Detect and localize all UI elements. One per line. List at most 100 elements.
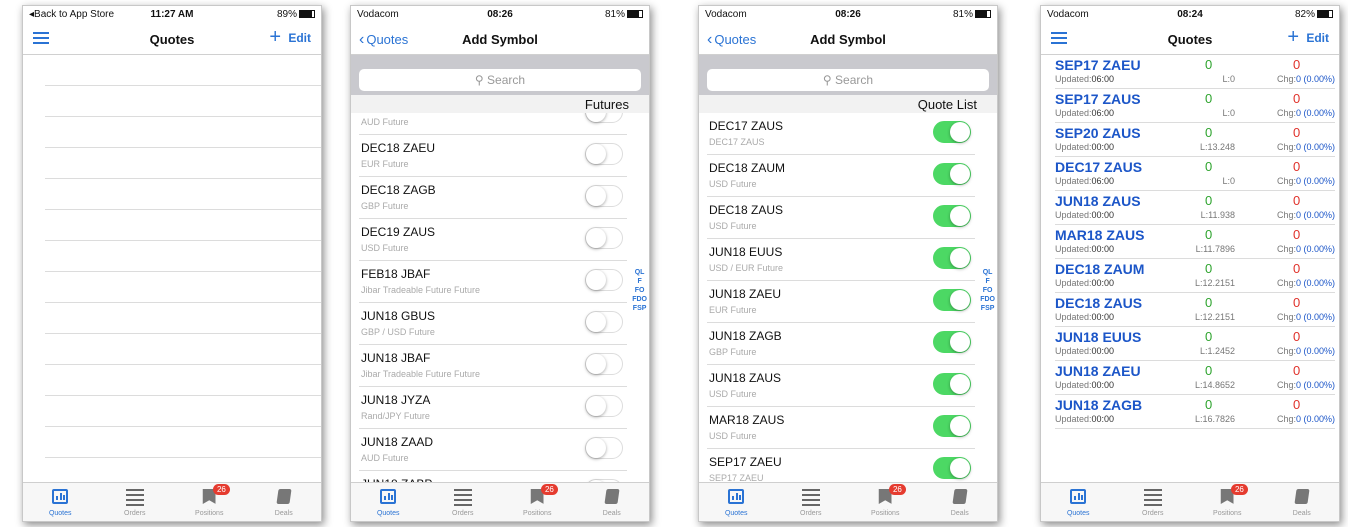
index-letter[interactable]: QL <box>632 268 647 277</box>
list-icon <box>453 489 472 509</box>
toggle-switch[interactable] <box>585 143 623 165</box>
quote-row[interactable]: SEP17 ZAUS Updated:06:00 0 L:0 0 Chg:0 (0.00%… <box>1055 89 1335 123</box>
index-letter[interactable]: FSP <box>632 304 647 313</box>
chart-icon <box>380 489 397 504</box>
toggle-switch[interactable] <box>933 457 971 479</box>
tab-quotes[interactable]: Quotes <box>1041 483 1116 521</box>
toggle-switch[interactable] <box>933 163 971 185</box>
toggle-switch[interactable] <box>933 289 971 311</box>
list-item[interactable]: JUN18 ZAAD AUD Future <box>359 429 627 471</box>
list-item[interactable]: JUN18 JYZA Rand/JPY Future <box>359 387 627 429</box>
symbol-name: JUN18 GBUS <box>361 309 436 323</box>
edit-button[interactable]: Edit <box>288 31 311 45</box>
quote-row[interactable]: DEC18 ZAUM Updated:00:00 0 L:12.2151 0 Chg:0 … <box>1055 259 1335 293</box>
symbol-name: DEC18 ZAUS <box>709 203 784 217</box>
quote-row[interactable]: SEP17 ZAEU Updated:06:00 0 L:0 0 Chg:0 (0.00%… <box>1055 55 1335 89</box>
list-item[interactable]: DEC18 ZAUS USD Future <box>707 197 975 239</box>
list-item[interactable]: DEC18 ZAGB GBP Future <box>359 177 627 219</box>
toggle-switch[interactable] <box>933 415 971 437</box>
tab-deals[interactable]: Deals <box>247 483 322 521</box>
add-button[interactable]: + <box>1287 27 1299 47</box>
quote-row[interactable]: DEC18 ZAUS Updated:00:00 0 L:12.2151 0 Chg:0 … <box>1055 293 1335 327</box>
quote-row[interactable]: SEP20 ZAUS Updated:00:00 0 L:13.248 0 Chg:0 (… <box>1055 123 1335 157</box>
battery-icon <box>627 10 643 19</box>
quote-row[interactable]: JUN18 EUUS Updated:00:00 0 L:1.2452 0 Chg:0 (… <box>1055 327 1335 361</box>
tab-label-quotes: Quotes <box>1066 510 1090 517</box>
symbol-description: AUD Future <box>361 453 409 463</box>
add-button[interactable]: + <box>269 27 281 47</box>
list-item[interactable]: JUN18 ZAGB GBP Future <box>707 323 975 365</box>
list-item[interactable]: SEP17 ZAEU SEP17 ZAEU <box>707 449 975 483</box>
toggle-switch[interactable] <box>933 121 971 143</box>
quote-symbol: SEP17 ZAEU <box>1055 57 1141 73</box>
empty-row <box>45 396 321 427</box>
quote-row[interactable]: MAR18 ZAUS Updated:00:00 0 L:11.7896 0 Chg:0 … <box>1055 225 1335 259</box>
quote-row[interactable]: JUN18 ZAEU Updated:00:00 0 L:14.8652 0 Chg:0 … <box>1055 361 1335 395</box>
index-letter[interactable]: FO <box>980 286 995 295</box>
index-letter[interactable]: QL <box>980 268 995 277</box>
index-letter[interactable]: FDO <box>980 295 995 304</box>
index-letter[interactable]: FO <box>632 286 647 295</box>
list-item[interactable]: JUN18 JBAF Jibar Tradeable Future Future <box>359 345 627 387</box>
quote-symbol: SEP17 ZAUS <box>1055 91 1141 107</box>
positions-badge: 26 <box>1230 484 1248 495</box>
search-input[interactable]: ⚲ Search <box>359 69 641 91</box>
toggle-switch[interactable] <box>933 331 971 353</box>
index-letter[interactable]: F <box>632 277 647 286</box>
list-item[interactable]: DEC18 ZAUM USD Future <box>707 155 975 197</box>
tab-positions[interactable]: 26 Positions <box>172 483 247 521</box>
tab-orders[interactable]: Orders <box>426 483 501 521</box>
quote-row[interactable]: JUN18 ZAGB Updated:00:00 0 L:16.7826 0 Chg:0 … <box>1055 395 1335 429</box>
toggle-switch[interactable] <box>585 311 623 333</box>
list-item[interactable]: FEB18 JBAF Jibar Tradeable Future Future <box>359 261 627 303</box>
tab-positions[interactable]: 26 Positions <box>500 483 575 521</box>
quote-updated: Updated:06:00 <box>1055 108 1115 118</box>
index-letter[interactable]: FSP <box>980 304 995 313</box>
list-item[interactable]: JUN18 ZAUS USD Future <box>707 365 975 407</box>
quote-bid: 0 <box>1205 57 1213 72</box>
tab-deals[interactable]: Deals <box>923 483 998 521</box>
index-letter[interactable]: FDO <box>632 295 647 304</box>
list-item[interactable]: JUN18 GBUS GBP / USD Future <box>359 303 627 345</box>
list-item[interactable]: JUN18 ZAEU EUR Future <box>707 281 975 323</box>
toggle-switch[interactable] <box>585 353 623 375</box>
list-item[interactable]: MAR18 ZAUS USD Future <box>707 407 975 449</box>
tab-orders[interactable]: Orders <box>1116 483 1191 521</box>
search-input[interactable]: ⚲ Search <box>707 69 989 91</box>
tab-orders[interactable]: Orders <box>774 483 849 521</box>
list-item[interactable]: DEC18 ZAADAUD Future <box>359 113 627 135</box>
section-index[interactable]: QL F FO FDO FSP <box>980 268 995 313</box>
list-item[interactable]: DEC18 ZAEU EUR Future <box>359 135 627 177</box>
index-letter[interactable]: F <box>980 277 995 286</box>
list-item[interactable]: DEC19 ZAUS USD Future <box>359 219 627 261</box>
quote-row[interactable]: JUN18 ZAUS Updated:00:00 0 L:11.938 0 Chg:0 (… <box>1055 191 1335 225</box>
section-index[interactable]: QL F FO FDO FSP <box>632 268 647 313</box>
tab-positions[interactable]: 26 Positions <box>848 483 923 521</box>
toggle-switch[interactable] <box>585 227 623 249</box>
toggle-switch[interactable] <box>585 395 623 417</box>
tab-quotes[interactable]: Quotes <box>351 483 426 521</box>
edit-button[interactable]: Edit <box>1306 31 1329 45</box>
toggle-switch[interactable] <box>585 113 623 123</box>
toggle-switch[interactable] <box>585 269 623 291</box>
toggle-switch[interactable] <box>585 437 623 459</box>
tab-quotes[interactable]: Quotes <box>23 483 98 521</box>
symbol-name: DEC18 ZAGB <box>361 183 436 197</box>
empty-row <box>45 179 321 210</box>
toggle-switch[interactable] <box>933 205 971 227</box>
list-item[interactable]: DEC17 ZAUS DEC17 ZAUS <box>707 113 975 155</box>
tab-positions[interactable]: 26 Positions <box>1190 483 1265 521</box>
quote-row[interactable]: DEC17 ZAUS Updated:06:00 0 L:0 0 Chg:0 (0.00%… <box>1055 157 1335 191</box>
tab-deals[interactable]: Deals <box>1265 483 1340 521</box>
tab-quotes[interactable]: Quotes <box>699 483 774 521</box>
quote-updated: Updated:00:00 <box>1055 312 1115 322</box>
toggle-switch[interactable] <box>585 185 623 207</box>
toggle-switch[interactable] <box>933 247 971 269</box>
tab-deals[interactable]: Deals <box>575 483 650 521</box>
list-item[interactable]: JUN18 EUUS USD / EUR Future <box>707 239 975 281</box>
section-header: Futures <box>351 95 649 113</box>
tab-label-positions: Positions <box>871 510 900 517</box>
toggle-switch[interactable] <box>933 373 971 395</box>
tab-orders[interactable]: Orders <box>98 483 173 521</box>
quote-last: L:0 <box>1222 176 1235 186</box>
